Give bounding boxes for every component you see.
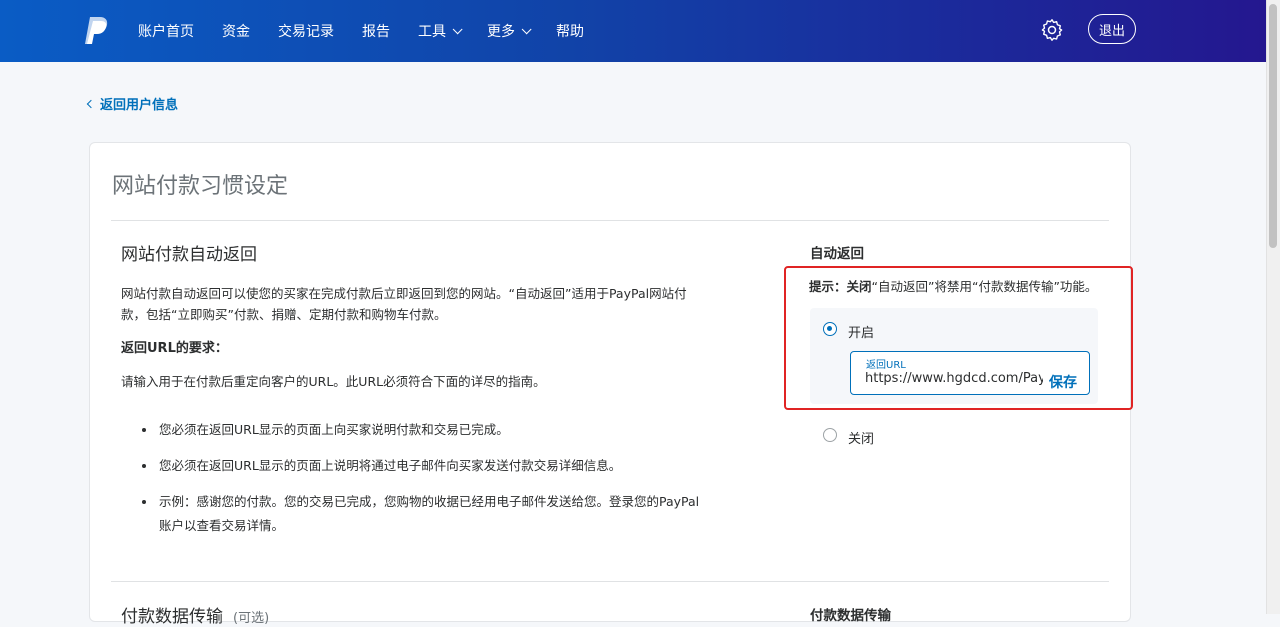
nav-item-more[interactable]: 更多: [487, 21, 532, 41]
pdt-section-title: 付款数据传输 (可选): [121, 607, 270, 627]
auto-return-off-radio[interactable]: [823, 428, 837, 442]
auto-return-off-label[interactable]: 关闭: [848, 428, 874, 447]
gear-icon[interactable]: [1040, 18, 1064, 42]
scrollbar-thumb[interactable]: [1269, 4, 1277, 248]
requirements-intro: 请输入用于在付款后重定向客户的URL。此URL必须符合下面的详尽的指南。: [121, 374, 546, 389]
logout-button[interactable]: 退出: [1088, 14, 1136, 44]
title-divider: [111, 220, 1109, 221]
nav-item-account-home[interactable]: 账户首页: [138, 21, 194, 41]
auto-return-section-title: 网站付款自动返回: [121, 245, 257, 265]
requirements-title: 返回URL的要求：: [121, 341, 228, 356]
nav-item-help[interactable]: 帮助: [556, 21, 584, 41]
chevron-left-icon: [86, 99, 96, 108]
highlight-box: [784, 266, 1133, 410]
list-item: 您必须在返回URL显示的页面上向买家说明付款和交易已完成。: [142, 418, 702, 442]
chevron-down-icon: [521, 23, 532, 34]
paypal-logo-icon[interactable]: [84, 16, 110, 46]
optional-tag: (可选): [233, 611, 270, 626]
chevron-down-icon: [452, 23, 463, 34]
back-link[interactable]: 返回用户信息: [86, 94, 178, 113]
nav-item-reports[interactable]: 报告: [362, 21, 390, 41]
nav-item-tools[interactable]: 工具: [418, 21, 463, 41]
requirements-list: 您必须在返回URL显示的页面上向买家说明付款和交易已完成。 您必须在返回URL显…: [142, 418, 702, 538]
auto-return-description: 网站付款自动返回可以使您的买家在完成付款后立即返回到您的网站。“自动返回”适用于…: [121, 286, 687, 322]
auto-return-label: 自动返回: [810, 246, 864, 262]
list-item: 示例：感谢您的付款。您的交易已完成，您购物的收据已经用电子邮件发送给您。登录您的…: [142, 490, 702, 538]
top-navigation-bar: 账户首页 资金 交易记录 报告 工具 更多 帮助 退出: [0, 0, 1266, 62]
nav-item-funds[interactable]: 资金: [222, 21, 250, 41]
main-nav: 账户首页 资金 交易记录 报告 工具 更多 帮助: [138, 0, 612, 62]
nav-item-transactions[interactable]: 交易记录: [278, 21, 334, 41]
pdt-label: 付款数据传输: [810, 608, 891, 624]
list-item: 您必须在返回URL显示的页面上说明将通过电子邮件向买家发送付款交易详细信息。: [142, 454, 702, 478]
page-title: 网站付款习惯设定: [112, 174, 289, 199]
section-divider: [111, 581, 1109, 582]
